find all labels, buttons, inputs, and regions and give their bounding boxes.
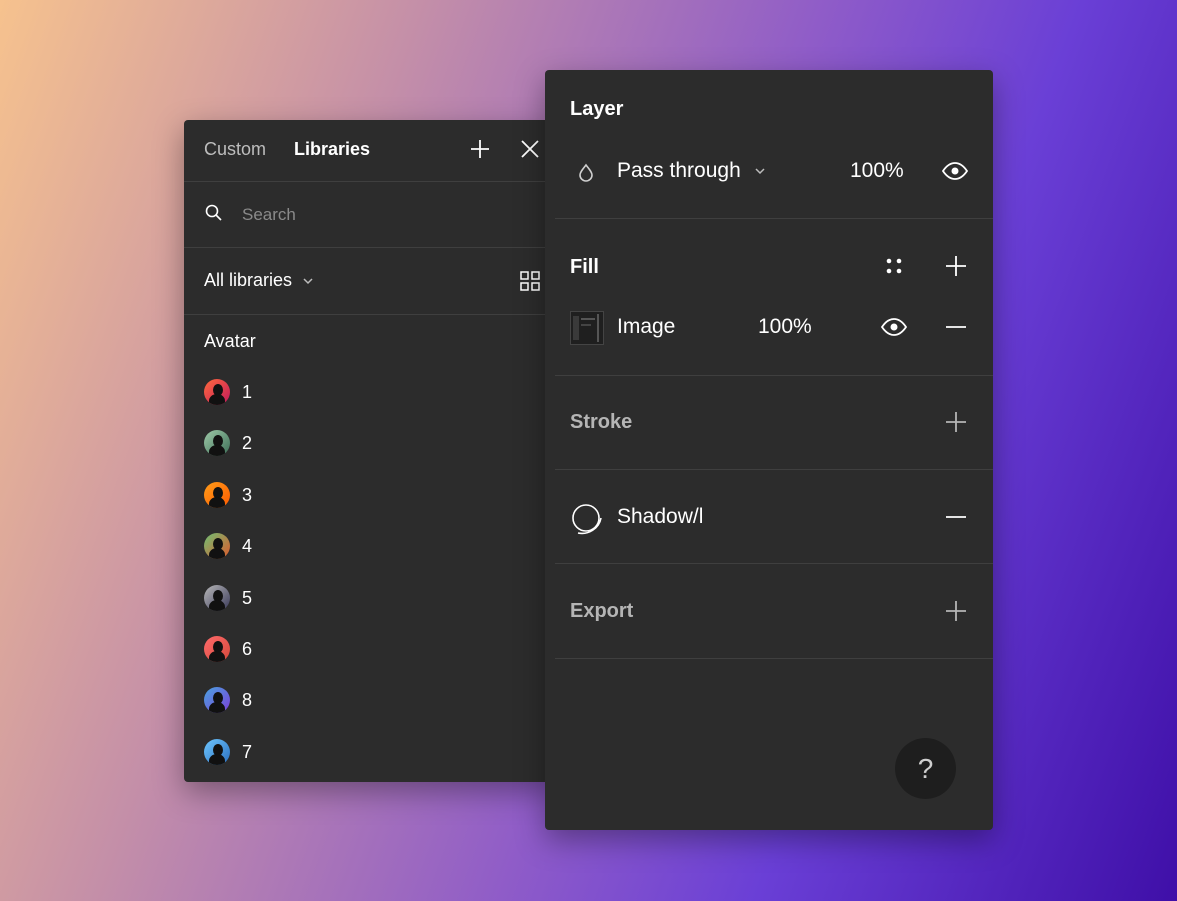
- effect-style-icon[interactable]: [570, 502, 604, 536]
- help-button[interactable]: ?: [895, 738, 956, 799]
- add-stroke-icon[interactable]: [944, 410, 968, 434]
- styles-grid-icon[interactable]: [882, 254, 906, 278]
- avatar-thumbnail: [204, 430, 230, 457]
- effects-section: Shadow/l: [555, 470, 993, 564]
- avatar-label: 5: [242, 587, 253, 608]
- avatar-component-item[interactable]: 2: [184, 423, 556, 463]
- blend-mode-label: Pass through: [617, 159, 741, 182]
- avatar-label: 7: [242, 741, 253, 762]
- avatar-component-item[interactable]: 6: [184, 629, 556, 669]
- avatar-thumbnail: [204, 687, 230, 714]
- stroke-title: Stroke: [570, 411, 633, 433]
- layer-title: Layer: [570, 98, 624, 120]
- avatar-label: 6: [242, 639, 253, 659]
- blend-mode-dropdown[interactable]: Pass through: [617, 159, 767, 183]
- avatar-component-item[interactable]: 5: [184, 578, 556, 618]
- avatar-thumbnail: [204, 481, 230, 508]
- avatar-label: 3: [242, 484, 253, 505]
- avatar-component-item[interactable]: 1: [184, 372, 556, 412]
- export-section: Export: [555, 564, 993, 659]
- avatar-label: 2: [242, 433, 253, 454]
- all-libraries-label: All libraries: [204, 270, 293, 290]
- avatar-component-item[interactable]: 4: [184, 526, 556, 566]
- close-icon[interactable]: [518, 137, 542, 161]
- effect-name[interactable]: Shadow/l: [617, 505, 703, 529]
- fill-visibility-eye-icon[interactable]: [880, 315, 908, 339]
- chevron-down-icon: [303, 278, 313, 285]
- remove-fill-icon[interactable]: [944, 315, 968, 339]
- avatar-component-item[interactable]: 3: [184, 475, 556, 515]
- stroke-section: Stroke: [555, 376, 993, 470]
- avatar-thumbnail: [204, 533, 230, 560]
- add-icon[interactable]: [468, 137, 492, 161]
- remove-effect-icon[interactable]: [944, 505, 968, 529]
- libraries-panel: Custom Libraries All libraries Avatar 1 2…: [184, 120, 556, 782]
- avatar-thumbnail: [204, 584, 230, 611]
- image-thumbnail[interactable]: [570, 311, 604, 345]
- avatar-component-item[interactable]: 8: [184, 680, 556, 720]
- all-libraries-dropdown[interactable]: All libraries: [204, 270, 315, 291]
- fill-type[interactable]: Image: [617, 315, 675, 339]
- chevron-down-icon: [755, 168, 765, 175]
- blend-mode-drop-icon: [574, 161, 598, 185]
- search-icon: [204, 203, 228, 227]
- fill-section: Fill Image 100%: [555, 219, 993, 376]
- layer-opacity[interactable]: 100%: [850, 159, 904, 183]
- search-input[interactable]: [240, 200, 504, 230]
- layer-section: Layer Pass through 100%: [555, 70, 993, 219]
- add-export-icon[interactable]: [944, 599, 968, 623]
- tab-libraries[interactable]: Libraries: [294, 139, 370, 160]
- avatar-thumbnail: [204, 738, 230, 765]
- avatar-thumbnail: [204, 636, 230, 662]
- export-title: Export: [570, 600, 634, 622]
- avatar-label: 1: [242, 382, 253, 402]
- grid-view-icon[interactable]: [518, 269, 542, 293]
- avatar-thumbnail: [204, 379, 230, 405]
- properties-panel: Layer Pass through 100% Fill Image 100%: [545, 70, 993, 830]
- library-filter-row: All libraries: [184, 248, 556, 315]
- search-bar: [184, 182, 556, 248]
- fill-title: Fill: [570, 256, 599, 278]
- avatar-component-item[interactable]: 7: [184, 732, 556, 772]
- add-fill-icon[interactable]: [944, 254, 968, 278]
- section-title-avatar: Avatar: [204, 331, 256, 351]
- libraries-tab-bar: Custom Libraries: [184, 120, 556, 182]
- fill-opacity[interactable]: 100%: [758, 315, 812, 339]
- tab-custom[interactable]: Custom: [204, 139, 266, 160]
- avatar-label: 8: [242, 690, 253, 711]
- avatar-label: 4: [242, 536, 253, 557]
- visibility-eye-icon[interactable]: [941, 159, 969, 183]
